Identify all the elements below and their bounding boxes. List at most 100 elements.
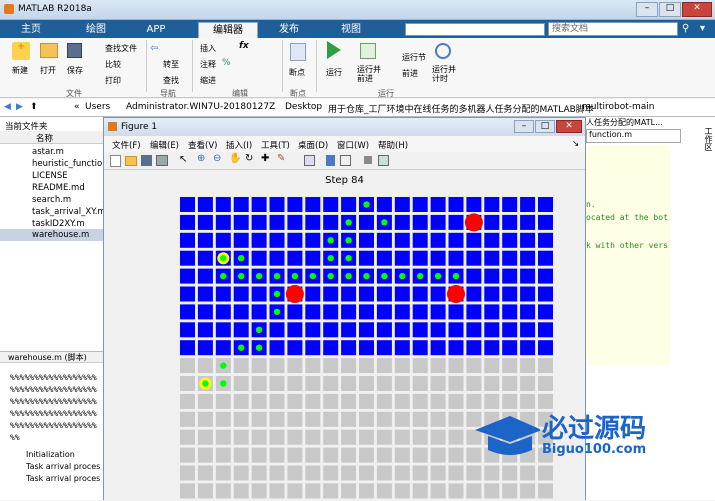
save-icon[interactable]: [67, 43, 82, 58]
pointer-icon[interactable]: ↖: [179, 154, 187, 165]
path-marker: [345, 219, 352, 226]
tab-editor[interactable]: 编辑器: [198, 22, 258, 38]
percent-icon[interactable]: %: [222, 58, 231, 68]
grid-cell: [484, 268, 500, 284]
tab-home[interactable]: 主页: [10, 22, 52, 38]
grid-cell: [394, 393, 410, 409]
section-item[interactable]: Initialization: [26, 450, 75, 459]
column-name[interactable]: 名称: [36, 132, 53, 144]
colorbar-icon[interactable]: [326, 155, 335, 166]
close-button[interactable]: ✕: [682, 2, 712, 17]
editor-tab[interactable]: function.m: [586, 129, 681, 143]
menu-desktop[interactable]: 桌面(D): [298, 139, 328, 151]
list-item[interactable]: search.m: [32, 195, 71, 205]
menu-edit[interactable]: 编辑(E): [150, 139, 179, 151]
menu-window[interactable]: 窗口(W): [337, 139, 369, 151]
list-item[interactable]: taskID2XY.m: [32, 219, 85, 229]
menu-tools[interactable]: 工具(T): [261, 139, 290, 151]
workspace-title[interactable]: 工作区: [696, 127, 714, 217]
find-files-button[interactable]: 查找文件: [105, 43, 137, 54]
new-figure-icon[interactable]: [110, 155, 121, 167]
menu-file[interactable]: 文件(F): [112, 139, 141, 151]
open-folder-icon[interactable]: [40, 43, 58, 58]
legend-icon[interactable]: [340, 155, 351, 166]
indent-button[interactable]: 缩进: [200, 75, 216, 86]
hide-tools-icon[interactable]: [364, 156, 372, 164]
run-section-button[interactable]: 运行节: [402, 52, 426, 63]
print-icon[interactable]: [156, 155, 168, 166]
figure-maximize-button[interactable]: □: [535, 120, 555, 133]
search-input[interactable]: 搜索文档: [548, 22, 678, 36]
rotate-icon[interactable]: ↻: [245, 153, 253, 164]
list-item[interactable]: task_arrival_XY.m: [32, 207, 106, 217]
watermark: 必过源码 Biguo100.com: [470, 408, 710, 468]
goto-button[interactable]: 转至: [163, 59, 179, 70]
list-item[interactable]: README.md: [32, 183, 85, 193]
zoom-out-icon[interactable]: ⊖: [213, 153, 221, 164]
figure-close-button[interactable]: ✕: [556, 120, 582, 133]
minimize-button[interactable]: –: [636, 2, 658, 17]
search-icon[interactable]: ⚲: [682, 23, 689, 34]
bell-icon[interactable]: ▾: [700, 23, 705, 34]
fx-icon[interactable]: fx: [239, 41, 249, 51]
new-icon[interactable]: +: [12, 42, 30, 60]
run-time-button[interactable]: 运行并 计时: [432, 65, 456, 83]
data-cursor-icon[interactable]: ✚: [261, 153, 269, 164]
show-tools-icon[interactable]: [378, 155, 389, 166]
run-advance-icon[interactable]: [360, 43, 376, 59]
list-item-selected[interactable]: warehouse.m: [32, 230, 89, 240]
menu-view[interactable]: 查看(V): [188, 139, 217, 151]
grid-cell: [287, 340, 303, 356]
section-item[interactable]: Task arrival proces: [26, 474, 100, 483]
grid-cell: [180, 358, 195, 374]
insert-button[interactable]: 插入: [200, 43, 216, 54]
tab-plots[interactable]: 绘图: [75, 22, 117, 38]
tab-publish[interactable]: 发布: [268, 22, 310, 38]
link-icon[interactable]: [304, 155, 315, 166]
breadcrumb-multirobot[interactable]: multirobot-main: [582, 102, 655, 112]
figure-minimize-button[interactable]: –: [514, 120, 534, 133]
breakpoints-button[interactable]: 断点: [289, 67, 305, 78]
breadcrumb-users[interactable]: Users: [85, 102, 110, 112]
open-icon[interactable]: [125, 156, 137, 166]
forward-icon[interactable]: ▶: [16, 102, 23, 112]
menu-help[interactable]: 帮助(H): [378, 139, 408, 151]
run-advance-button[interactable]: 运行并 前进: [357, 65, 381, 83]
list-item[interactable]: LICENSE: [32, 171, 68, 181]
list-item[interactable]: astar.m: [32, 147, 64, 157]
dock-arrow-icon[interactable]: ↘: [572, 139, 579, 149]
back-icon[interactable]: ◀: [4, 102, 11, 112]
back-arrow-icon[interactable]: ⇦: [150, 43, 158, 54]
find-button[interactable]: 查找: [163, 75, 179, 86]
grid-cell: [359, 232, 374, 248]
menu-insert[interactable]: 插入(I): [226, 139, 252, 151]
breadcrumb-admin[interactable]: Administrator.WIN7U-20180127Z: [126, 102, 275, 112]
tab-apps[interactable]: APP: [135, 22, 177, 38]
save-button[interactable]: 保存: [67, 65, 83, 76]
list-item[interactable]: heuristic_function: [32, 159, 108, 169]
section-item[interactable]: Task arrival proces: [26, 462, 100, 471]
breadcrumb-0[interactable]: «: [74, 102, 80, 112]
run-time-icon[interactable]: [435, 43, 451, 59]
run-icon[interactable]: [327, 41, 341, 59]
brush-icon[interactable]: ✎: [277, 153, 285, 164]
zoom-in-icon[interactable]: ⊕: [197, 153, 205, 164]
grid-cell: [233, 322, 249, 338]
print-button[interactable]: 打印: [105, 75, 121, 86]
breadcrumb-project[interactable]: 用于仓库_工厂环境中在线任务的多机器人任务分配的MATLAB脚本: [328, 102, 594, 115]
maximize-button[interactable]: □: [659, 2, 681, 17]
open-button[interactable]: 打开: [40, 65, 56, 76]
editor-code-area[interactable]: n. ocated at the bot k with other vers: [586, 145, 671, 365]
tab-view[interactable]: 视图: [330, 22, 372, 38]
compare-button[interactable]: 比较: [105, 59, 121, 70]
grid-cell: [376, 483, 392, 499]
comment-button[interactable]: 注释: [200, 59, 216, 70]
pan-icon[interactable]: ✋: [229, 153, 241, 164]
breadcrumb-desktop[interactable]: Desktop: [285, 102, 322, 112]
breakpoint-icon[interactable]: [290, 43, 306, 61]
up-folder-icon[interactable]: ⬆: [30, 102, 38, 112]
new-button[interactable]: 新建: [12, 65, 28, 76]
run-button[interactable]: 运行: [326, 67, 342, 78]
advance-button[interactable]: 前进: [402, 68, 418, 79]
save-figure-icon[interactable]: [141, 155, 152, 166]
